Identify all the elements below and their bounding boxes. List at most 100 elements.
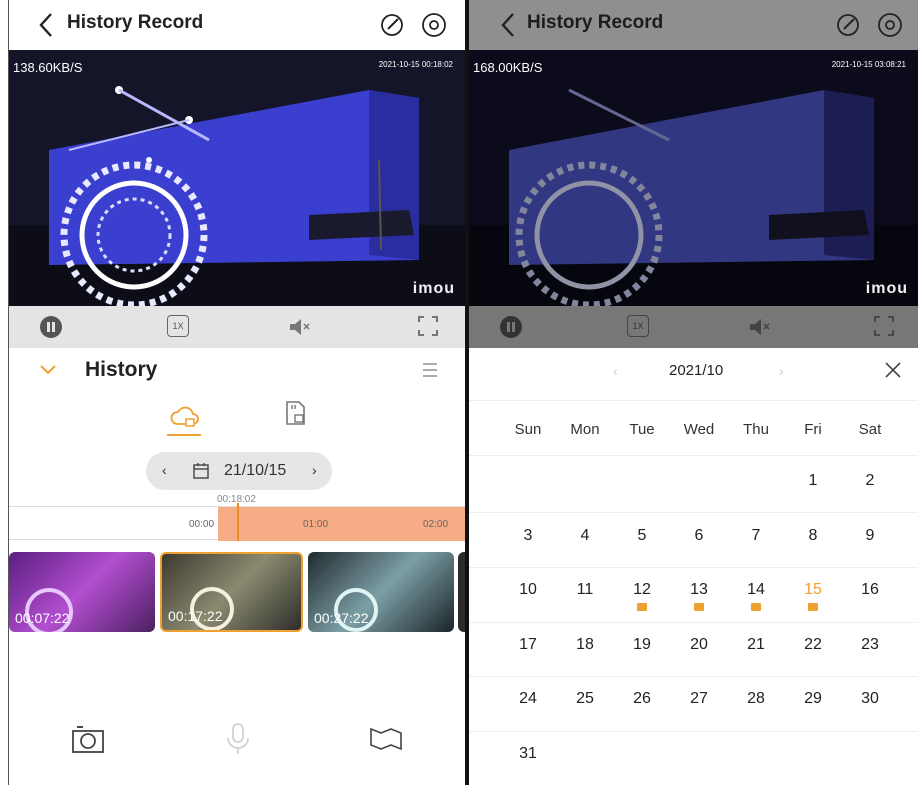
calendar-day[interactable]: 4 bbox=[560, 527, 610, 545]
clip-thumbnail[interactable]: 00:27:22 bbox=[308, 552, 454, 632]
date-selector[interactable]: ‹ 21/10/15 › bbox=[146, 452, 332, 490]
calendar-day[interactable]: 8 bbox=[788, 527, 838, 545]
video-player[interactable]: 138.60KB/S 2021-10-15 00:18:02 imou bbox=[9, 50, 465, 306]
calendar-day[interactable]: 21 bbox=[731, 636, 781, 654]
weekday-label: Thu bbox=[743, 421, 769, 438]
row-divider bbox=[469, 622, 918, 623]
page-title: History Record bbox=[67, 12, 204, 33]
recording-marker-icon bbox=[751, 603, 761, 611]
top-bar: History Record bbox=[9, 0, 465, 50]
clip-time: 00:17:22 bbox=[168, 608, 223, 624]
previous-day-icon[interactable]: ‹ bbox=[162, 462, 167, 478]
sd-card-tab-icon[interactable] bbox=[281, 398, 309, 428]
weekday-label: Mon bbox=[570, 421, 600, 438]
calendar-day[interactable]: 22 bbox=[788, 636, 838, 654]
calendar-day[interactable]: 9 bbox=[845, 527, 895, 545]
weekday-label: Sun bbox=[514, 421, 542, 438]
brand-watermark: imou bbox=[412, 280, 455, 297]
calendar-day[interactable]: 1 bbox=[788, 472, 838, 490]
fullscreen-icon[interactable] bbox=[873, 315, 895, 337]
clip-thumbnail-partial[interactable] bbox=[458, 552, 465, 632]
clip-thumbnail[interactable]: 00:07:22 bbox=[9, 552, 155, 632]
video-timestamp: 2021-10-15 03:08:21 bbox=[831, 60, 906, 69]
close-icon[interactable] bbox=[883, 360, 903, 380]
calendar-day[interactable]: 12 bbox=[617, 581, 667, 599]
calendar-day[interactable]: 10 bbox=[503, 581, 553, 599]
calendar-day[interactable]: 28 bbox=[731, 690, 781, 708]
calendar-day[interactable]: 3 bbox=[503, 527, 553, 545]
pause-icon[interactable] bbox=[39, 315, 63, 339]
chevron-down-icon[interactable] bbox=[39, 364, 57, 376]
edit-circle-icon[interactable] bbox=[835, 12, 861, 38]
mute-icon[interactable] bbox=[747, 315, 771, 339]
calendar-day[interactable]: 19 bbox=[617, 636, 667, 654]
fullscreen-icon[interactable] bbox=[417, 315, 439, 337]
history-record-playback-panel: History Record 138.60KB/S 2021-10-15 00:… bbox=[8, 0, 465, 785]
settings-icon[interactable] bbox=[421, 12, 447, 38]
calendar-day[interactable]: 13 bbox=[674, 581, 724, 599]
calendar-day[interactable]: 14 bbox=[731, 581, 781, 599]
tick-label-0: 00:00 bbox=[189, 519, 215, 530]
calendar-day[interactable]: 16 bbox=[845, 581, 895, 599]
tick-label-1: 01:00 bbox=[303, 519, 329, 530]
recording-marker-icon bbox=[808, 603, 818, 611]
calendar-day[interactable]: 5 bbox=[617, 527, 667, 545]
calendar-day[interactable]: 18 bbox=[560, 636, 610, 654]
mute-icon[interactable] bbox=[287, 315, 311, 339]
record-clip-icon[interactable] bbox=[369, 726, 403, 752]
active-tab-indicator bbox=[167, 434, 201, 436]
timeline-cursor[interactable] bbox=[237, 503, 239, 541]
clip-thumbnail-selected[interactable]: 00:17:22 bbox=[160, 552, 303, 632]
settings-icon[interactable] bbox=[877, 12, 903, 38]
calendar-day[interactable]: 31 bbox=[503, 745, 553, 763]
next-month-icon[interactable]: › bbox=[779, 363, 784, 379]
calendar-day[interactable]: 25 bbox=[560, 690, 610, 708]
next-day-icon[interactable]: › bbox=[312, 462, 317, 478]
snapshot-camera-icon[interactable] bbox=[71, 724, 105, 754]
clip-time: 00:07:22 bbox=[15, 610, 70, 626]
storage-tabs bbox=[9, 398, 465, 438]
top-bar: History Record bbox=[469, 0, 918, 50]
microphone-icon[interactable] bbox=[225, 722, 251, 756]
timeline-scrubber[interactable]: 00:18:02 00:00 01:00 02:00 bbox=[9, 494, 465, 541]
back-arrow-icon[interactable] bbox=[35, 10, 59, 40]
clip-thumbnails: 00:07:22 00:17:22 00:27:22 bbox=[9, 552, 465, 634]
video-player[interactable]: 168.00KB/S 2021-10-15 03:08:21 imou bbox=[469, 50, 918, 306]
calendar-day[interactable]: 24 bbox=[503, 690, 553, 708]
weekday-label: Fri bbox=[804, 421, 822, 438]
pause-icon[interactable] bbox=[499, 315, 523, 339]
screenshot-pair: History Record 138.60KB/S 2021-10-15 00:… bbox=[0, 0, 918, 785]
calendar-day[interactable]: 2 bbox=[845, 472, 895, 490]
row-divider bbox=[469, 567, 918, 568]
calendar-day[interactable]: 23 bbox=[845, 636, 895, 654]
bottom-toolbar bbox=[9, 720, 465, 764]
clip-time: 00:27:22 bbox=[314, 610, 369, 626]
recording-marker-icon bbox=[694, 603, 704, 611]
speed-button[interactable]: 1X bbox=[167, 315, 189, 337]
previous-month-icon[interactable]: ‹ bbox=[613, 363, 618, 379]
calendar-day[interactable]: 6 bbox=[674, 527, 724, 545]
calendar-day[interactable]: 15 bbox=[788, 581, 838, 599]
weekday-label: Wed bbox=[683, 421, 715, 438]
player-controls: 1X bbox=[469, 306, 918, 348]
bitrate-readout: 138.60KB/S bbox=[13, 60, 83, 75]
back-arrow-icon[interactable] bbox=[497, 10, 521, 40]
calendar-day[interactable]: 17 bbox=[503, 636, 553, 654]
selected-date: 21/10/15 bbox=[224, 462, 287, 479]
calendar-month: 2021/10 bbox=[669, 362, 724, 379]
calendar-day[interactable]: 29 bbox=[788, 690, 838, 708]
row-divider bbox=[469, 676, 918, 677]
calendar-day[interactable]: 20 bbox=[674, 636, 724, 654]
cloud-storage-tab-icon[interactable] bbox=[169, 398, 201, 438]
calendar-icon[interactable] bbox=[192, 462, 210, 480]
calendar-day[interactable]: 30 bbox=[845, 690, 895, 708]
calendar-day[interactable]: 26 bbox=[617, 690, 667, 708]
edit-circle-icon[interactable] bbox=[379, 12, 405, 38]
calendar-day[interactable]: 11 bbox=[560, 581, 610, 599]
speed-button[interactable]: 1X bbox=[627, 315, 649, 337]
player-controls: 1X bbox=[9, 306, 465, 348]
calendar-day[interactable]: 7 bbox=[731, 527, 781, 545]
calendar-day[interactable]: 27 bbox=[674, 690, 724, 708]
list-menu-icon[interactable] bbox=[421, 362, 439, 378]
video-frame bbox=[9, 50, 465, 306]
